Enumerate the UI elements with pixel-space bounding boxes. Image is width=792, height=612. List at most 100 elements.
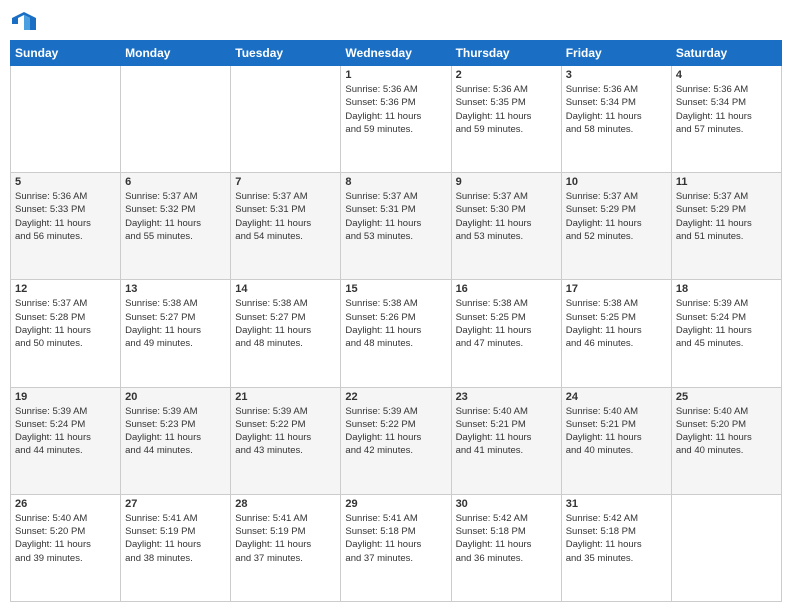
calendar-cell: [671, 494, 781, 601]
day-info: Sunrise: 5:42 AM Sunset: 5:18 PM Dayligh…: [566, 512, 667, 565]
week-row-3: 12 Sunrise: 5:37 AM Sunset: 5:28 PM Dayli…: [11, 280, 782, 387]
calendar-cell: 5 Sunrise: 5:36 AM Sunset: 5:33 PM Daylig…: [11, 173, 121, 280]
week-row-2: 5 Sunrise: 5:36 AM Sunset: 5:33 PM Daylig…: [11, 173, 782, 280]
day-number: 24: [566, 391, 667, 403]
calendar-cell: [121, 66, 231, 173]
day-number: 4: [676, 69, 777, 81]
calendar-cell: [231, 66, 341, 173]
calendar-cell: 21Sunrise: 5:39 AM Sunset: 5:22 PM Dayli…: [231, 387, 341, 494]
header: [10, 10, 782, 32]
day-info: Sunrise: 5:37 AM Sunset: 5:32 PM Dayligh…: [125, 190, 226, 243]
weekday-friday: Friday: [561, 41, 671, 66]
logo: [10, 10, 42, 32]
day-number: 27: [125, 498, 226, 510]
week-row-4: 19 Sunrise: 5:39 AM Sunset: 5:24 PM Dayli…: [11, 387, 782, 494]
day-number: 14: [235, 283, 336, 295]
day-info: Sunrise: 5:39 AM Sunset: 5:22 PM Dayligh…: [345, 405, 446, 458]
day-number: 31: [566, 498, 667, 510]
calendar-cell: 28 Sunrise: 5:41 AM Sunset: 5:19 PM Dayli…: [231, 494, 341, 601]
calendar-cell: 20Sunrise: 5:39 AM Sunset: 5:23 PM Dayli…: [121, 387, 231, 494]
weekday-sunday: Sunday: [11, 41, 121, 66]
day-info: Sunrise: 5:36 AM Sunset: 5:36 PM Dayligh…: [345, 83, 446, 136]
day-number: 18: [676, 283, 777, 295]
day-number: 3: [566, 69, 667, 81]
weekday-tuesday: Tuesday: [231, 41, 341, 66]
page: SundayMondayTuesdayWednesdayThursdayFrid…: [0, 0, 792, 612]
weekday-monday: Monday: [121, 41, 231, 66]
day-number: 19: [15, 391, 116, 403]
day-info: Sunrise: 5:37 AM Sunset: 5:29 PM Dayligh…: [566, 190, 667, 243]
day-info: Sunrise: 5:37 AM Sunset: 5:28 PM Dayligh…: [15, 297, 116, 350]
week-row-5: 26 Sunrise: 5:40 AM Sunset: 5:20 PM Dayli…: [11, 494, 782, 601]
day-number: 13: [125, 283, 226, 295]
day-number: 8: [345, 176, 446, 188]
calendar-cell: 26 Sunrise: 5:40 AM Sunset: 5:20 PM Dayli…: [11, 494, 121, 601]
calendar-cell: 4Sunrise: 5:36 AM Sunset: 5:34 PM Daylig…: [671, 66, 781, 173]
calendar-cell: 22 Sunrise: 5:39 AM Sunset: 5:22 PM Dayli…: [341, 387, 451, 494]
day-number: 6: [125, 176, 226, 188]
day-number: 22: [345, 391, 446, 403]
calendar-cell: 13 Sunrise: 5:38 AM Sunset: 5:27 PM Dayli…: [121, 280, 231, 387]
calendar-cell: 19 Sunrise: 5:39 AM Sunset: 5:24 PM Dayli…: [11, 387, 121, 494]
day-number: 15: [345, 283, 446, 295]
day-info: Sunrise: 5:38 AM Sunset: 5:25 PM Dayligh…: [566, 297, 667, 350]
day-info: Sunrise: 5:39 AM Sunset: 5:24 PM Dayligh…: [676, 297, 777, 350]
day-number: 21: [235, 391, 336, 403]
day-info: Sunrise: 5:37 AM Sunset: 5:29 PM Dayligh…: [676, 190, 777, 243]
day-number: 5: [15, 176, 116, 188]
calendar-cell: 14Sunrise: 5:38 AM Sunset: 5:27 PM Dayli…: [231, 280, 341, 387]
calendar-cell: [11, 66, 121, 173]
day-info: Sunrise: 5:37 AM Sunset: 5:31 PM Dayligh…: [235, 190, 336, 243]
weekday-saturday: Saturday: [671, 41, 781, 66]
day-number: 12: [15, 283, 116, 295]
day-info: Sunrise: 5:39 AM Sunset: 5:24 PM Dayligh…: [15, 405, 116, 458]
day-info: Sunrise: 5:38 AM Sunset: 5:27 PM Dayligh…: [125, 297, 226, 350]
calendar-cell: 31 Sunrise: 5:42 AM Sunset: 5:18 PM Dayli…: [561, 494, 671, 601]
day-number: 16: [456, 283, 557, 295]
calendar-cell: 7 Sunrise: 5:37 AM Sunset: 5:31 PM Daylig…: [231, 173, 341, 280]
day-info: Sunrise: 5:38 AM Sunset: 5:25 PM Dayligh…: [456, 297, 557, 350]
day-number: 26: [15, 498, 116, 510]
calendar-cell: 2Sunrise: 5:36 AM Sunset: 5:35 PM Daylig…: [451, 66, 561, 173]
day-number: 9: [456, 176, 557, 188]
day-info: Sunrise: 5:40 AM Sunset: 5:20 PM Dayligh…: [676, 405, 777, 458]
calendar-cell: 24 Sunrise: 5:40 AM Sunset: 5:21 PM Dayli…: [561, 387, 671, 494]
day-number: 25: [676, 391, 777, 403]
calendar-cell: 25 Sunrise: 5:40 AM Sunset: 5:20 PM Dayli…: [671, 387, 781, 494]
day-info: Sunrise: 5:37 AM Sunset: 5:31 PM Dayligh…: [345, 190, 446, 243]
calendar-cell: 27 Sunrise: 5:41 AM Sunset: 5:19 PM Dayli…: [121, 494, 231, 601]
calendar-cell: 9Sunrise: 5:37 AM Sunset: 5:30 PM Daylig…: [451, 173, 561, 280]
calendar-cell: 18 Sunrise: 5:39 AM Sunset: 5:24 PM Dayli…: [671, 280, 781, 387]
day-info: Sunrise: 5:41 AM Sunset: 5:19 PM Dayligh…: [235, 512, 336, 565]
logo-icon: [10, 10, 38, 32]
calendar-cell: 30 Sunrise: 5:42 AM Sunset: 5:18 PM Dayli…: [451, 494, 561, 601]
calendar-cell: 17 Sunrise: 5:38 AM Sunset: 5:25 PM Dayli…: [561, 280, 671, 387]
day-info: Sunrise: 5:36 AM Sunset: 5:34 PM Dayligh…: [566, 83, 667, 136]
calendar-cell: 8 Sunrise: 5:37 AM Sunset: 5:31 PM Daylig…: [341, 173, 451, 280]
day-number: 2: [456, 69, 557, 81]
day-number: 11: [676, 176, 777, 188]
calendar-cell: 10 Sunrise: 5:37 AM Sunset: 5:29 PM Dayli…: [561, 173, 671, 280]
day-info: Sunrise: 5:36 AM Sunset: 5:33 PM Dayligh…: [15, 190, 116, 243]
calendar-cell: 6 Sunrise: 5:37 AM Sunset: 5:32 PM Daylig…: [121, 173, 231, 280]
calendar-cell: 23Sunrise: 5:40 AM Sunset: 5:21 PM Dayli…: [451, 387, 561, 494]
day-number: 10: [566, 176, 667, 188]
calendar-cell: 3 Sunrise: 5:36 AM Sunset: 5:34 PM Daylig…: [561, 66, 671, 173]
day-number: 17: [566, 283, 667, 295]
day-info: Sunrise: 5:38 AM Sunset: 5:26 PM Dayligh…: [345, 297, 446, 350]
calendar-cell: 16 Sunrise: 5:38 AM Sunset: 5:25 PM Dayli…: [451, 280, 561, 387]
day-number: 7: [235, 176, 336, 188]
weekday-header-row: SundayMondayTuesdayWednesdayThursdayFrid…: [11, 41, 782, 66]
calendar-cell: 15 Sunrise: 5:38 AM Sunset: 5:26 PM Dayli…: [341, 280, 451, 387]
calendar-table: SundayMondayTuesdayWednesdayThursdayFrid…: [10, 40, 782, 602]
day-info: Sunrise: 5:42 AM Sunset: 5:18 PM Dayligh…: [456, 512, 557, 565]
calendar-cell: 1Sunrise: 5:36 AM Sunset: 5:36 PM Daylig…: [341, 66, 451, 173]
day-info: Sunrise: 5:41 AM Sunset: 5:19 PM Dayligh…: [125, 512, 226, 565]
calendar-cell: 12 Sunrise: 5:37 AM Sunset: 5:28 PM Dayli…: [11, 280, 121, 387]
day-info: Sunrise: 5:41 AM Sunset: 5:18 PM Dayligh…: [345, 512, 446, 565]
day-number: 30: [456, 498, 557, 510]
day-info: Sunrise: 5:40 AM Sunset: 5:20 PM Dayligh…: [15, 512, 116, 565]
day-info: Sunrise: 5:40 AM Sunset: 5:21 PM Dayligh…: [456, 405, 557, 458]
day-number: 28: [235, 498, 336, 510]
day-info: Sunrise: 5:40 AM Sunset: 5:21 PM Dayligh…: [566, 405, 667, 458]
